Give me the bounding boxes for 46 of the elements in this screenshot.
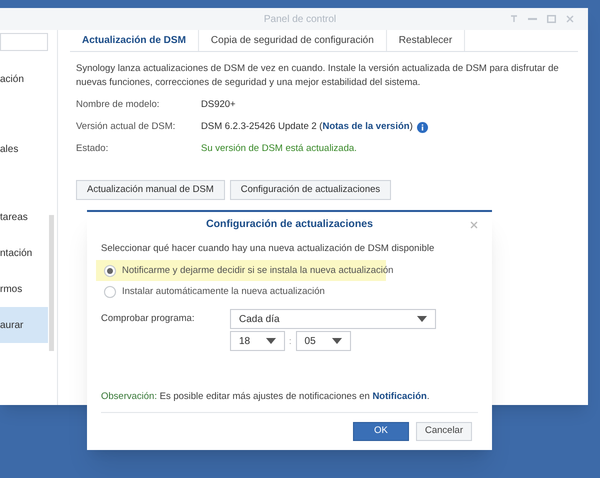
tab[interactable]: Actualización de DSM — [70, 30, 199, 51]
field-label: Estado: — [76, 142, 110, 156]
field-label: Nombre de modelo: — [76, 98, 160, 112]
sidebar-item[interactable]: aurar — [0, 307, 48, 343]
minimize-icon[interactable] — [528, 18, 537, 20]
tab[interactable]: Restablecer — [386, 30, 466, 51]
cancel-button[interactable]: Cancelar — [416, 422, 472, 441]
maximize-icon[interactable] — [547, 15, 556, 23]
scrollbar[interactable] — [49, 215, 54, 351]
release-notes-link[interactable]: Notas de la versión — [322, 120, 410, 132]
radio-option[interactable]: Instalar automáticamente la nueva actualización — [96, 281, 386, 302]
sidebar-item[interactable]: ales — [0, 131, 48, 167]
radio-label: Notificarme y dejarme decidir si se instala la nueva actualización — [122, 264, 394, 278]
sidebar-item[interactable]: tareas — [0, 199, 48, 235]
status-text: Su versión de DSM está actualizada. — [201, 142, 357, 156]
sidebar-item[interactable]: rmos — [0, 271, 48, 307]
description: Synology lanza actualizaciones de DSM de vez en cuando. Instale la versión actualizada de DSM para disfrutar de nuevas funciones, correcciones de seguridad y una mejor estabilidad del sistema. — [75, 62, 560, 90]
radio-label: Instalar automáticamente la nueva actualización — [122, 284, 325, 299]
info-icon[interactable] — [416, 122, 428, 132]
search-field[interactable] — [0, 33, 48, 51]
dropdown[interactable]: 05 — [296, 331, 351, 352]
close-icon[interactable] — [566, 15, 574, 23]
caret-icon — [266, 338, 276, 344]
radio-button[interactable] — [104, 264, 116, 277]
radio-button[interactable] — [104, 286, 116, 298]
field-value: DS920+ — [201, 98, 236, 112]
action-button[interactable]: Configuración de actualizaciones — [230, 180, 392, 200]
dropdown[interactable]: 18 — [230, 331, 285, 352]
sidebar-item[interactable]: ntación — [0, 235, 48, 271]
caret-icon — [417, 316, 427, 322]
note-text: Observación: Es posible editar más ajustes de notificaciones en Notificación. — [101, 390, 430, 404]
tab[interactable]: Copia de seguridad de configuración — [198, 30, 387, 51]
close-icon[interactable] — [470, 221, 478, 229]
action-button[interactable]: Actualización manual de DSM — [76, 180, 225, 200]
ok-button[interactable]: OK — [353, 422, 409, 441]
time-separator: : — [289, 334, 292, 348]
window-title: Panel de control — [262, 12, 338, 26]
dropdown[interactable]: Cada día — [230, 309, 436, 330]
dialog-title: Configuración de actualizaciones — [206, 217, 373, 232]
notification-link[interactable]: Notificación — [372, 390, 427, 402]
field-label: Versión actual de DSM: — [76, 120, 176, 134]
caret-icon — [332, 338, 342, 344]
dialog-prompt: Seleccionar qué hacer cuando hay una nueva actualización de DSM disponible — [101, 242, 436, 256]
field-value: DSM 6.2.3-25426 Update 2 (Notas de la versión) — [201, 120, 413, 134]
sidebar-item[interactable]: ación — [0, 61, 48, 97]
field-label: Comprobar programa: — [101, 312, 196, 326]
